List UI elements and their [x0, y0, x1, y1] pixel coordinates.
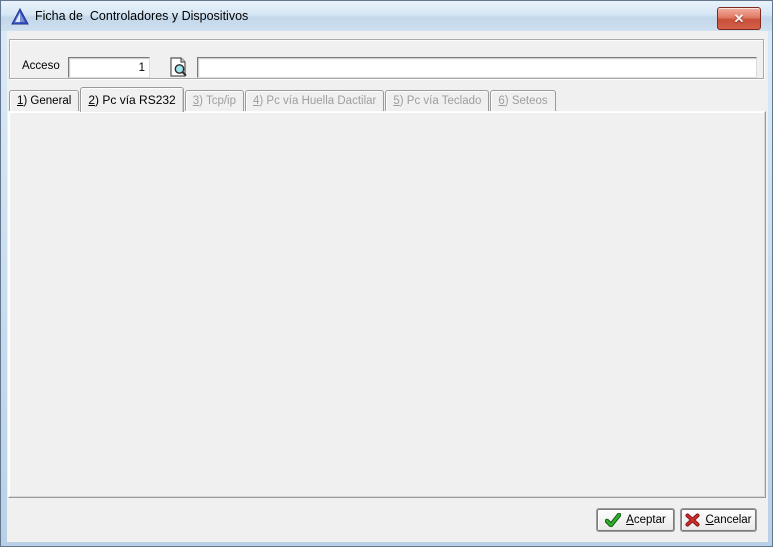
access-panel: Acceso — [9, 39, 764, 79]
cancel-label: ancelar — [714, 514, 752, 526]
tab-5-pc-v-a-teclado: 5) Pc vía Teclado — [385, 90, 489, 111]
cancel-button[interactable]: Cancelar — [681, 509, 756, 531]
document-magnifier-icon — [167, 56, 189, 78]
search-record-button[interactable] — [167, 56, 189, 78]
accept-label: ceptar — [634, 514, 666, 526]
window-title: Ficha de Controladores y Dispositivos — [35, 1, 248, 31]
app-pyramid-icon — [11, 8, 29, 26]
tab-label: ) Pc vía Huella Dactilar — [259, 95, 376, 107]
tab-6-seteos: 6) Seteos — [490, 90, 555, 111]
close-icon: ✕ — [734, 12, 745, 25]
dialog-window: Ficha de Controladores y Dispositivos ✕ … — [0, 0, 773, 547]
tab-page-rs232 — [8, 111, 766, 498]
access-label: Acceso — [22, 60, 60, 72]
tab-label: ) Seteos — [505, 95, 548, 107]
close-button[interactable]: ✕ — [717, 7, 761, 30]
accept-button[interactable]: Aceptar — [597, 509, 674, 531]
tab-1-general[interactable]: 1) General — [9, 90, 79, 111]
accept-accel: A — [626, 514, 634, 526]
tab-label: ) Tcp/ip — [199, 95, 236, 107]
titlebar[interactable]: Ficha de Controladores y Dispositivos ✕ — [1, 1, 773, 31]
tab-strip: 1) General2) Pc vía RS2323) Tcp/ip4) Pc … — [9, 87, 557, 112]
tab-label: ) Pc vía Teclado — [400, 95, 482, 107]
tab-accel: 2 — [88, 93, 95, 107]
tab-label: ) Pc vía RS232 — [95, 93, 176, 107]
cancel-accel: C — [705, 514, 713, 526]
dialog-client-area: Acceso 1) General2) Pc vía RS2323) Tcp/i… — [7, 31, 768, 542]
green-check-icon — [605, 513, 621, 527]
tab-2-pc-v-a-rs232[interactable]: 2) Pc vía RS232 — [80, 87, 183, 112]
tab-3-tcp-ip: 3) Tcp/ip — [185, 90, 244, 111]
access-number-input[interactable] — [68, 57, 150, 78]
access-description-input[interactable] — [197, 57, 757, 78]
tab-4-pc-v-a-huella-dactilar: 4) Pc vía Huella Dactilar — [245, 90, 384, 111]
red-x-icon — [685, 513, 700, 527]
tab-label: ) General — [23, 95, 71, 107]
